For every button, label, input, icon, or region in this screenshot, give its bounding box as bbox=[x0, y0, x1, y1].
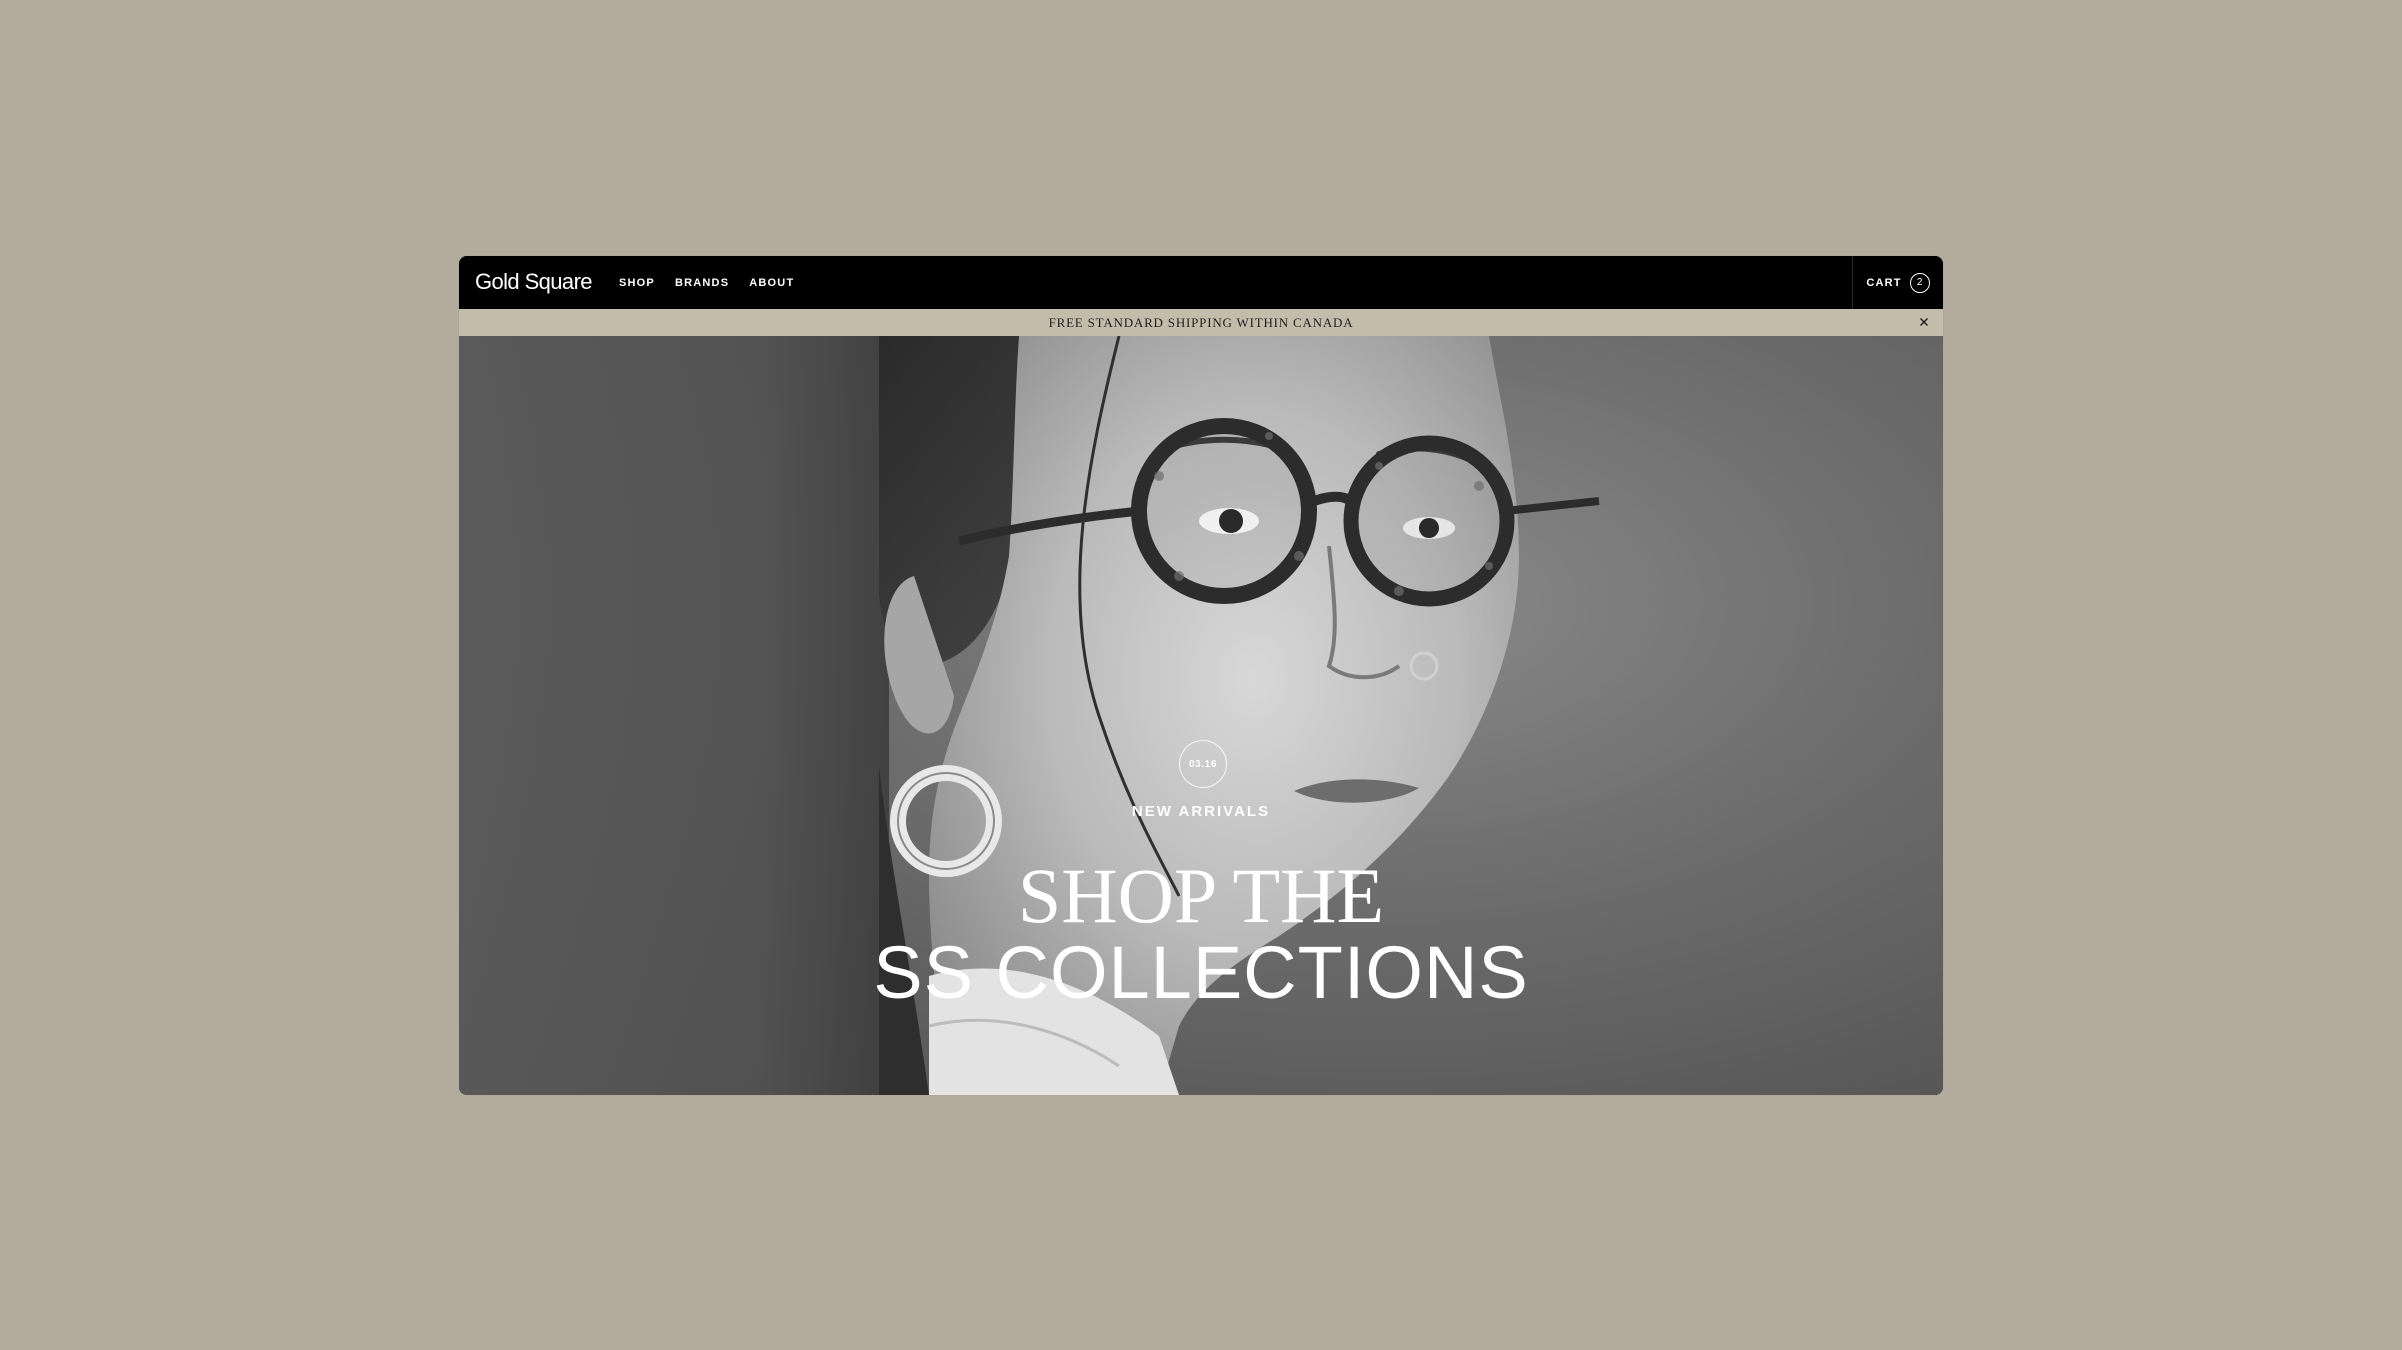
cart-count-badge: 2 bbox=[1909, 272, 1930, 293]
hero-banner[interactable]: 03.16 NEW ARRIVALS SHOP THE SS COLLECTIO… bbox=[459, 336, 1943, 1095]
browser-frame: Gold Square SHOP BRANDS ABOUT CART 2 FRE… bbox=[459, 256, 1943, 1095]
announcement-text: FREE STANDARD SHIPPING WITHIN CANADA bbox=[1048, 314, 1354, 330]
cart-label: CART bbox=[1866, 276, 1902, 289]
close-icon[interactable] bbox=[1917, 315, 1931, 329]
cart-button[interactable]: CART 2 bbox=[1852, 256, 1943, 309]
nav-item-brands[interactable]: BRANDS bbox=[675, 277, 729, 289]
nav-item-shop[interactable]: SHOP bbox=[619, 277, 655, 289]
brand-logo[interactable]: Gold Square bbox=[475, 269, 593, 295]
site-header: Gold Square SHOP BRANDS ABOUT CART 2 bbox=[459, 256, 1943, 309]
nav-item-about[interactable]: ABOUT bbox=[749, 277, 794, 289]
hero-headline-line1: SHOP THE bbox=[1017, 852, 1385, 939]
hero-headline-line2: SS COLLECTIONS bbox=[873, 931, 1529, 1014]
date-badge: 03.16 bbox=[1179, 740, 1227, 788]
announcement-bar: FREE STANDARD SHIPPING WITHIN CANADA bbox=[459, 309, 1943, 336]
hero-eyebrow: NEW ARRIVALS bbox=[1131, 803, 1271, 820]
main-nav: SHOP BRANDS ABOUT bbox=[619, 256, 794, 309]
